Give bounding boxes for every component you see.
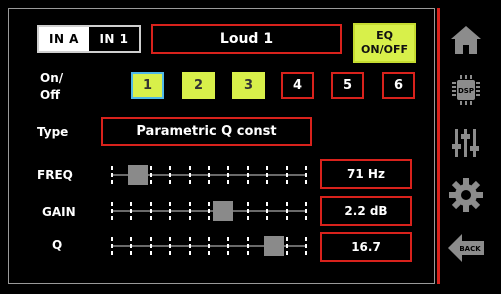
q-label: Q bbox=[52, 238, 63, 252]
slider-tick bbox=[305, 237, 307, 255]
onoff-label-line1: On/ bbox=[40, 71, 64, 85]
slider-tick bbox=[130, 237, 132, 255]
preset-name-field[interactable]: Loud 1 bbox=[151, 24, 342, 54]
channel-button-2[interactable]: 2 bbox=[182, 72, 215, 99]
eq-onoff-button[interactable]: EQ ON/OFF bbox=[353, 23, 416, 63]
slider-thumb[interactable] bbox=[213, 201, 233, 221]
type-label: Type bbox=[37, 125, 69, 139]
q-value[interactable]: 16.7 bbox=[320, 232, 412, 262]
slider-tick bbox=[286, 202, 288, 220]
slider-tick bbox=[189, 166, 191, 184]
slider-tick bbox=[208, 237, 210, 255]
channel-button-5[interactable]: 5 bbox=[331, 72, 364, 99]
freq-slider[interactable] bbox=[111, 163, 307, 187]
slider-tick bbox=[227, 237, 229, 255]
input-selector: IN A IN 1 bbox=[37, 25, 141, 53]
channel-button-6[interactable]: 6 bbox=[382, 72, 415, 99]
slider-tick bbox=[227, 166, 229, 184]
slider-tick bbox=[286, 237, 288, 255]
back-arrow-icon[interactable]: BACK bbox=[446, 228, 486, 268]
slider-tick bbox=[150, 202, 152, 220]
dsp-chip-icon[interactable]: DSP bbox=[446, 70, 486, 110]
gain-slider[interactable] bbox=[111, 199, 307, 223]
slider-tick bbox=[247, 237, 249, 255]
slider-tick bbox=[247, 166, 249, 184]
eq-button-line1: EQ bbox=[376, 29, 393, 42]
input-tab-in-1[interactable]: IN 1 bbox=[89, 27, 139, 51]
onoff-label-line2: Off bbox=[40, 88, 60, 102]
home-icon[interactable] bbox=[446, 20, 486, 60]
slider-tick bbox=[111, 202, 113, 220]
eq-button-line2: ON/OFF bbox=[361, 43, 408, 56]
slider-thumb[interactable] bbox=[264, 236, 284, 256]
input-tab-in-a[interactable]: IN A bbox=[39, 27, 89, 51]
gain-value[interactable]: 2.2 dB bbox=[320, 196, 412, 226]
slider-tick bbox=[305, 166, 307, 184]
mixer-sliders-icon[interactable] bbox=[446, 123, 486, 163]
gear-icon[interactable] bbox=[446, 175, 486, 215]
slider-tick bbox=[130, 202, 132, 220]
channel-button-3[interactable]: 3 bbox=[232, 72, 265, 99]
slider-tick bbox=[111, 166, 113, 184]
slider-tick bbox=[169, 237, 171, 255]
panel-divider bbox=[437, 8, 440, 284]
slider-tick bbox=[169, 202, 171, 220]
q-slider[interactable] bbox=[111, 234, 307, 258]
slider-tick bbox=[266, 166, 268, 184]
onoff-label: On/ Off bbox=[40, 70, 80, 104]
slider-tick bbox=[247, 202, 249, 220]
slider-thumb[interactable] bbox=[128, 165, 148, 185]
filter-type-field[interactable]: Parametric Q const bbox=[101, 117, 312, 146]
slider-tick bbox=[150, 166, 152, 184]
slider-tick bbox=[169, 166, 171, 184]
dsp-chip-label: DSP bbox=[458, 87, 474, 95]
channel-button-1[interactable]: 1 bbox=[131, 72, 164, 99]
freq-label: FREQ bbox=[37, 168, 73, 182]
slider-tick bbox=[189, 202, 191, 220]
slider-tick bbox=[208, 202, 210, 220]
gain-label: GAIN bbox=[42, 205, 76, 219]
slider-tick bbox=[305, 202, 307, 220]
channel-button-4[interactable]: 4 bbox=[281, 72, 314, 99]
freq-value[interactable]: 71 Hz bbox=[320, 159, 412, 189]
slider-tick bbox=[266, 202, 268, 220]
slider-tick bbox=[286, 166, 288, 184]
back-label: BACK bbox=[459, 245, 481, 253]
slider-tick bbox=[111, 237, 113, 255]
slider-tick bbox=[189, 237, 191, 255]
slider-tick bbox=[150, 237, 152, 255]
slider-tick bbox=[208, 166, 210, 184]
